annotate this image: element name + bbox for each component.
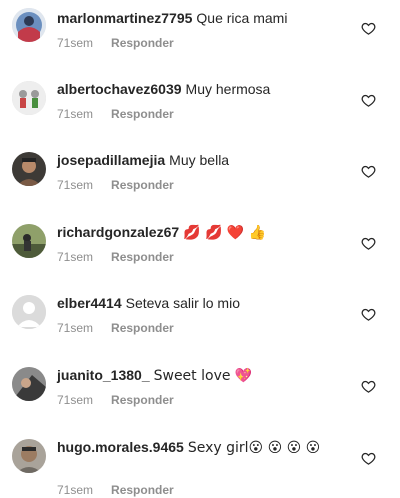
- comment-username[interactable]: elber4414: [57, 295, 122, 311]
- avatar[interactable]: [12, 367, 46, 401]
- reply-button[interactable]: Responder: [111, 393, 174, 407]
- comment-body: Que rica mami: [196, 10, 288, 26]
- avatar[interactable]: [12, 224, 46, 258]
- heart-outline-icon[interactable]: [361, 307, 376, 322]
- comment-body: Sexy girl😮 😮 😮 😮: [187, 440, 321, 456]
- comment-time[interactable]: 71sem: [57, 178, 93, 192]
- comment-time[interactable]: 71sem: [57, 321, 93, 335]
- comment-time[interactable]: 71sem: [57, 36, 93, 50]
- comment-text-block: josepadillamejia Muy bella: [57, 150, 356, 170]
- comment-meta: 71sem Responder: [57, 177, 174, 193]
- comment-meta: 71sem Responder: [57, 392, 174, 408]
- comment-text-block: richardgonzalez67 💋 💋 ❤️ 👍: [57, 222, 356, 243]
- comment-meta: 71sem Responder: [57, 35, 174, 51]
- reply-button[interactable]: Responder: [111, 178, 174, 192]
- comment-body: Muy bella: [169, 152, 230, 168]
- heart-outline-icon[interactable]: [361, 451, 376, 466]
- comment-meta: 71sem Responder: [57, 482, 174, 498]
- comment-username[interactable]: juanito_1380_: [57, 367, 150, 383]
- comment-body: Seteva salir lo mio: [125, 295, 240, 311]
- comment-time[interactable]: 71sem: [57, 107, 93, 121]
- comment-username[interactable]: hugo.morales.9465: [57, 439, 184, 455]
- comment-body: Muy hermosa: [185, 81, 271, 97]
- comment-time[interactable]: 71sem: [57, 483, 93, 497]
- heart-outline-icon[interactable]: [361, 164, 376, 179]
- comment-meta: 71sem Responder: [57, 320, 174, 336]
- heart-outline-icon[interactable]: [361, 379, 376, 394]
- comment-body: 💋 💋 ❤️ 👍: [183, 225, 267, 241]
- reply-button[interactable]: Responder: [111, 321, 174, 335]
- avatar[interactable]: [12, 439, 46, 473]
- comment-time[interactable]: 71sem: [57, 393, 93, 407]
- avatar[interactable]: [12, 8, 46, 42]
- reply-button[interactable]: Responder: [111, 483, 174, 497]
- reply-button[interactable]: Responder: [111, 250, 174, 264]
- comment-time[interactable]: 71sem: [57, 250, 93, 264]
- comment-username[interactable]: richardgonzalez67: [57, 224, 179, 240]
- heart-outline-icon[interactable]: [361, 21, 376, 36]
- reply-button[interactable]: Responder: [111, 36, 174, 50]
- avatar[interactable]: [12, 295, 46, 329]
- comment-text-block: marlonmartinez7795 Que rica mami: [57, 8, 356, 28]
- comment-username[interactable]: marlonmartinez7795: [57, 10, 192, 26]
- reply-button[interactable]: Responder: [111, 107, 174, 121]
- comment-text-block: elber4414 Seteva salir lo mio: [57, 293, 356, 313]
- comment-text-block: juanito_1380_ Sweet love 💖: [57, 365, 356, 386]
- comment-meta: 71sem Responder: [57, 106, 174, 122]
- comment-text-block: albertochavez6039 Muy hermosa: [57, 79, 356, 99]
- comment-username[interactable]: josepadillamejia: [57, 152, 165, 168]
- avatar[interactable]: [12, 81, 46, 115]
- comment-text-block: hugo.morales.9465 Sexy girl😮 😮 😮 😮: [57, 437, 356, 458]
- comment-body: Sweet love 💖: [153, 368, 253, 384]
- comment-meta: 71sem Responder: [57, 249, 174, 265]
- comment-username[interactable]: albertochavez6039: [57, 81, 182, 97]
- avatar[interactable]: [12, 152, 46, 186]
- heart-outline-icon[interactable]: [361, 93, 376, 108]
- heart-outline-icon[interactable]: [361, 236, 376, 251]
